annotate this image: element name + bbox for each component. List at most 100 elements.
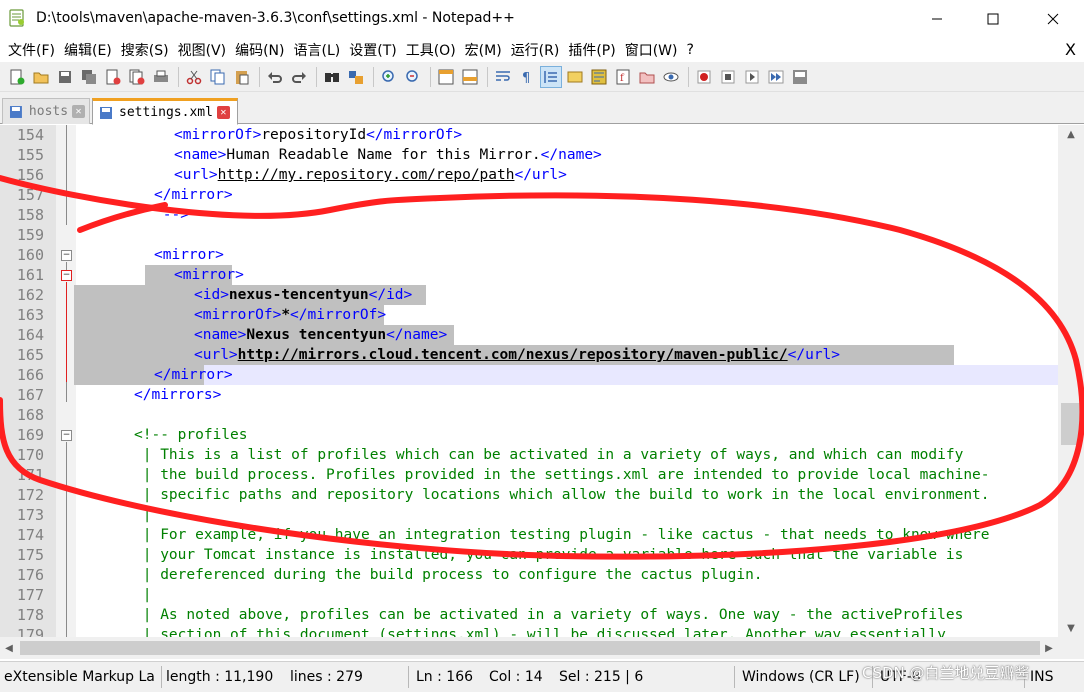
vertical-scrollbar[interactable]: ▲ ▼ (1058, 125, 1084, 637)
open-file-button[interactable] (30, 66, 52, 88)
code-line[interactable]: 177 | (0, 585, 1058, 605)
line-number: 159 (16, 226, 44, 244)
code-line[interactable]: 155 <name>Human Readable Name for this Mi… (0, 145, 1058, 165)
eye-icon (663, 72, 679, 81)
code-line[interactable]: 167 </mirrors> (0, 385, 1058, 405)
code-text: <url>http://my.repository.com/repo/path<… (174, 165, 567, 185)
menu-run[interactable]: 运行(R) (507, 40, 564, 60)
undo-button[interactable] (264, 66, 286, 88)
code-line[interactable]: 179 | section of this document (settings… (0, 625, 1058, 637)
code-token: </name> (386, 327, 448, 343)
cut-button[interactable] (183, 66, 205, 88)
code-line[interactable]: 171 | the build process. Profiles provid… (0, 465, 1058, 485)
close-all-button[interactable] (126, 66, 148, 88)
folder-icon (639, 72, 655, 83)
sync-vertical-button[interactable] (435, 66, 457, 88)
doc-map-button[interactable] (588, 66, 610, 88)
function-list-button[interactable]: f (612, 66, 634, 88)
code-line[interactable]: 176 | dereferenced during the build proc… (0, 565, 1058, 585)
menu-encoding[interactable]: 编码(N) (231, 40, 288, 60)
code-editor[interactable]: 154 <mirrorOf>repositoryId</mirrorOf> 155 <… (0, 125, 1058, 637)
code-line[interactable]: 173 | (0, 505, 1058, 525)
user-lang-button[interactable] (564, 66, 586, 88)
menu-plugins[interactable]: 插件(P) (564, 40, 619, 60)
code-line[interactable]: 163 <mirrorOf>*</mirrorOf> (0, 305, 1058, 325)
paste-button[interactable] (231, 66, 253, 88)
horizontal-scrollbar[interactable]: ◀ ▶ (0, 637, 1058, 659)
scroll-right-icon[interactable]: ▶ (1040, 637, 1058, 659)
close-button[interactable] (1030, 0, 1076, 38)
code-line[interactable]: 164 <name>Nexus tencentyun</name> (0, 325, 1058, 345)
menu-help[interactable]: ? (683, 42, 698, 58)
fold-toggle[interactable]: − (61, 430, 72, 441)
menu-macro[interactable]: 宏(M) (461, 40, 506, 60)
menu-language[interactable]: 语言(L) (290, 40, 345, 60)
vertical-scroll-thumb[interactable] (1061, 403, 1081, 445)
save-all-button[interactable] (78, 66, 100, 88)
fold-toggle[interactable]: − (61, 250, 72, 261)
copy-button[interactable] (207, 66, 229, 88)
save-macro-button[interactable] (789, 66, 811, 88)
play-macro-button[interactable] (741, 66, 763, 88)
scroll-up-icon[interactable]: ▲ (1058, 125, 1084, 143)
code-line[interactable]: 169 <!-- profiles (0, 425, 1058, 445)
folder-workspace-button[interactable] (636, 66, 658, 88)
code-line[interactable]: 154 <mirrorOf>repositoryId</mirrorOf> (0, 125, 1058, 145)
csdn-watermark: CSDN @白兰地兑豆瓣酱 (862, 664, 1030, 682)
scroll-down-icon[interactable]: ▼ (1058, 619, 1084, 637)
code-line[interactable]: 157 </mirror> (0, 185, 1058, 205)
menu-window[interactable]: 窗口(W) (621, 40, 682, 60)
menu-edit[interactable]: 编辑(E) (60, 40, 116, 60)
record-macro-button[interactable] (693, 66, 715, 88)
code-line[interactable]: 174 | For example, if you have an integr… (0, 525, 1058, 545)
fold-toggle[interactable]: − (61, 270, 72, 281)
horizontal-scroll-thumb[interactable] (20, 641, 1040, 655)
menu-view[interactable]: 视图(V) (174, 40, 231, 60)
stop-macro-button[interactable] (717, 66, 739, 88)
code-line[interactable]: 178 | As noted above, profiles can be ac… (0, 605, 1058, 625)
redo-button[interactable] (288, 66, 310, 88)
zoom-in-button[interactable] (378, 66, 400, 88)
code-line[interactable]: 168 (0, 405, 1058, 425)
code-line[interactable]: 158 --> (0, 205, 1058, 225)
code-line[interactable]: 162 <id>nexus-tencentyun</id> (0, 285, 1058, 305)
tab-close-button[interactable]: ✕ (216, 106, 230, 119)
print-button[interactable] (150, 66, 172, 88)
code-line[interactable]: 159 (0, 225, 1058, 245)
menu-settings[interactable]: 设置(T) (345, 40, 400, 60)
line-number: 160 (16, 246, 44, 264)
menu-bar: 文件(F) 编辑(E) 搜索(S) 视图(V) 编码(N) 语言(L) 设置(T… (0, 38, 1084, 62)
menu-search[interactable]: 搜索(S) (117, 40, 173, 60)
code-line[interactable]: 160 <mirror> (0, 245, 1058, 265)
code-line[interactable]: 172 | specific paths and repository loca… (0, 485, 1058, 505)
show-all-chars-button[interactable]: ¶ (516, 66, 538, 88)
save-button[interactable] (54, 66, 76, 88)
replace-button[interactable] (345, 66, 367, 88)
tab-settings-xml[interactable]: settings.xml ✕ (92, 98, 238, 125)
user-language-icon (567, 71, 583, 82)
zoom-out-button[interactable] (402, 66, 424, 88)
word-wrap-button[interactable] (492, 66, 514, 88)
code-line[interactable]: 175 | your Tomcat instance is installed,… (0, 545, 1058, 565)
code-line[interactable]: 170 | This is a list of profiles which c… (0, 445, 1058, 465)
minimize-button[interactable] (914, 0, 960, 38)
close-file-button[interactable] (102, 66, 124, 88)
run-macro-multiple-button[interactable] (765, 66, 787, 88)
menu-tools[interactable]: 工具(O) (402, 40, 460, 60)
code-text: </mirror> (154, 185, 233, 205)
scroll-left-icon[interactable]: ◀ (0, 637, 18, 659)
code-line[interactable]: 161 <mirror> (0, 265, 1058, 285)
sync-horizontal-button[interactable] (459, 66, 481, 88)
monitoring-button[interactable] (660, 66, 682, 88)
tab-close-button[interactable]: ✕ (72, 105, 85, 118)
code-line[interactable]: 165 <url>http://mirrors.cloud.tencent.com… (0, 345, 1058, 365)
new-file-button[interactable] (6, 66, 28, 88)
menu-file[interactable]: 文件(F) (4, 40, 59, 60)
maximize-button[interactable] (970, 0, 1016, 38)
find-button[interactable] (321, 66, 343, 88)
code-line[interactable]: 156 <url>http://my.repository.com/repo/pa… (0, 165, 1058, 185)
tab-hosts[interactable]: hosts ✕ (2, 98, 90, 124)
code-line[interactable]: 166 </mirror> (17, 365, 1058, 385)
indent-guide-button[interactable] (540, 65, 562, 88)
close-document-button[interactable]: X (1065, 40, 1076, 59)
